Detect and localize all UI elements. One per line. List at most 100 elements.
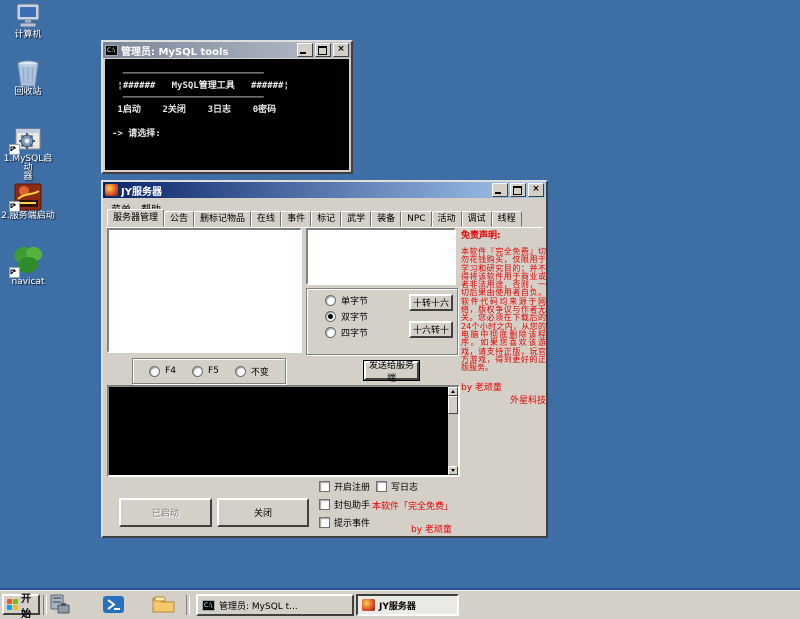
- close-button[interactable]: ×: [528, 183, 544, 197]
- cmd-console-line: -> 请选择:: [112, 128, 349, 140]
- checkbox-write-log[interactable]: 写日志: [376, 481, 418, 491]
- jy-app-icon: [105, 184, 118, 196]
- value-text-box[interactable]: [306, 228, 456, 285]
- disclaimer-body: 本软件『完全免费』切勿花钱购买，仅限用于学习和研究目的；并不得将该软件用于商业或…: [461, 248, 546, 372]
- radio-option[interactable]: F4: [149, 365, 176, 377]
- radio-icon: [149, 366, 160, 377]
- byte-radio-group: 单字节 双字节 四字节: [325, 294, 368, 342]
- cmd-title-bar[interactable]: C:\ 管理员: MySQL tools ×: [103, 42, 351, 58]
- send-to-server-button[interactable]: 发送给服务端: [364, 361, 419, 380]
- radio-icon: [192, 366, 203, 377]
- server-manager-icon: [49, 594, 71, 617]
- checkbox-icon: [319, 517, 330, 528]
- radio-option[interactable]: F5: [192, 365, 219, 377]
- recycle-bin-icon: [11, 82, 45, 92]
- shortcut-arrow-icon: [9, 201, 20, 212]
- radio-option[interactable]: 不变: [235, 365, 269, 377]
- cmd-console[interactable]: ────────────────────────── ¦###### MySQL…: [105, 59, 349, 170]
- log-line: 写入药品上限成功ID28166: [111, 472, 446, 477]
- desktop: 计算机 回收站: [0, 0, 800, 619]
- fkey-group: F4 F5 不变: [132, 358, 286, 384]
- cmd-console-line: ──────────────────────────: [112, 68, 349, 80]
- maximize-button[interactable]: [315, 43, 331, 57]
- player-list-box[interactable]: [107, 228, 302, 353]
- desktop-icon-recycle-bin[interactable]: 回收站: [1, 59, 55, 97]
- tab[interactable]: 线程: [492, 211, 522, 227]
- checkbox-register[interactable]: 开启注册: [319, 481, 370, 491]
- cmd-console-line: [112, 116, 349, 128]
- folder-icon: [152, 595, 175, 617]
- powershell-icon: [103, 595, 124, 617]
- tab[interactable]: 装备: [371, 211, 401, 227]
- tab[interactable]: 删标记物品: [194, 211, 251, 227]
- radio-option[interactable]: 四字节: [325, 326, 368, 338]
- cmd-console-line: ──────────────────────────: [112, 92, 349, 104]
- jy-window-title: JY服务器: [121, 183, 489, 198]
- checkbox-event-tip[interactable]: 提示事件: [319, 517, 370, 527]
- disclaimer-byline: by 老顽童: [461, 380, 546, 393]
- tab-strip: 服务器管理公告删标记物品在线事件标记武学装备NPC活动调试线程: [107, 211, 542, 227]
- close-button[interactable]: ×: [333, 43, 349, 57]
- disclaimer-title: 免责声明:: [461, 228, 546, 241]
- server-log-box: 读入防挂文件成功读入商城文件成功读入事件文件成功读入标记文件成功读入擂台文件成功…: [107, 385, 460, 477]
- checkbox-icon: [319, 481, 330, 492]
- start-button[interactable]: 开始: [2, 594, 40, 615]
- tab[interactable]: 服务器管理: [107, 209, 164, 227]
- shortcut-arrow-icon: [9, 144, 20, 155]
- tab[interactable]: 公告: [164, 211, 194, 227]
- scroll-down-button[interactable]: [448, 466, 458, 475]
- free-software-label: 本软件「完全免费」: [372, 499, 453, 512]
- disclaimer-company: 外星科技: [461, 393, 546, 406]
- dec-to-hex-button[interactable]: 十转十六: [409, 294, 453, 311]
- cmd-window-title: 管理员: MySQL tools: [121, 43, 294, 58]
- desktop-icon-server-launcher[interactable]: 2.服务端启动: [1, 183, 55, 221]
- log-scrollbar[interactable]: [448, 387, 458, 475]
- disclaimer-panel: 免责声明: 本软件『完全免费』切勿花钱购买，仅限用于学习和研究目的；并不得将该软…: [461, 228, 546, 406]
- computer-icon: [11, 23, 45, 33]
- task-button-jy-server[interactable]: JY服务器: [356, 594, 459, 616]
- tab[interactable]: 在线: [251, 211, 281, 227]
- started-button[interactable]: 已启动: [119, 498, 212, 527]
- start-label: 开始: [21, 590, 38, 619]
- jy-server-window: JY服务器 × 菜单帮助 服务器管理公告删标记物品在线事件标记武学装备NPC活动…: [101, 180, 548, 538]
- maximize-button[interactable]: [510, 183, 526, 197]
- scroll-thumb[interactable]: [448, 396, 458, 414]
- scroll-up-button[interactable]: [448, 387, 458, 396]
- tab[interactable]: 武学: [341, 211, 371, 227]
- task-button-label: JY服务器: [379, 599, 416, 612]
- fkey-radio-group: F4 F5 不变: [133, 359, 285, 383]
- quicklaunch-explorer[interactable]: [150, 594, 176, 617]
- free-software-byline: by 老顽童: [411, 522, 452, 535]
- close-server-button[interactable]: 关闭: [217, 498, 309, 527]
- desktop-icon-mysql-launcher[interactable]: 1.MySQL启动 器: [1, 126, 55, 182]
- taskbar: 开始: [0, 590, 800, 619]
- radio-icon: [325, 327, 336, 338]
- radio-option[interactable]: 单字节: [325, 294, 368, 306]
- minimize-button[interactable]: [297, 43, 313, 57]
- radio-icon: [325, 295, 336, 306]
- desktop-icon-label: 器: [1, 173, 55, 182]
- cmd-console-line: ¦###### MySQL管理工具 ######¦: [112, 80, 349, 92]
- windows-logo-icon: [7, 599, 18, 610]
- tab[interactable]: NPC: [401, 211, 431, 227]
- quicklaunch-powershell[interactable]: [100, 594, 126, 617]
- tab[interactable]: 活动: [432, 211, 462, 227]
- checkbox-packet-helper[interactable]: 封包助手: [319, 499, 370, 509]
- cmd-icon: C:\: [202, 600, 215, 611]
- desktop-icon-computer[interactable]: 计算机: [1, 2, 55, 40]
- tab[interactable]: 标记: [311, 211, 341, 227]
- desktop-icon-navicat[interactable]: navicat: [1, 243, 55, 287]
- cmd-console-line: 1启动 2关闭 3日志 0密码: [112, 104, 349, 116]
- jy-title-bar[interactable]: JY服务器 ×: [103, 182, 546, 198]
- minimize-button[interactable]: [492, 183, 508, 197]
- task-button-cmd[interactable]: C:\ 管理员: MySQL t...: [196, 594, 354, 616]
- shortcut-arrow-icon: [9, 267, 20, 278]
- quicklaunch-server-manager[interactable]: [47, 594, 73, 617]
- desktop-icon-label: 1.MySQL启动: [1, 155, 55, 173]
- hex-to-dec-button[interactable]: 十六转十: [409, 321, 453, 338]
- tab[interactable]: 事件: [281, 211, 311, 227]
- radio-option[interactable]: 双字节: [325, 310, 368, 322]
- cmd-icon: C:\: [105, 45, 118, 56]
- radio-icon: [325, 311, 336, 322]
- tab[interactable]: 调试: [462, 211, 492, 227]
